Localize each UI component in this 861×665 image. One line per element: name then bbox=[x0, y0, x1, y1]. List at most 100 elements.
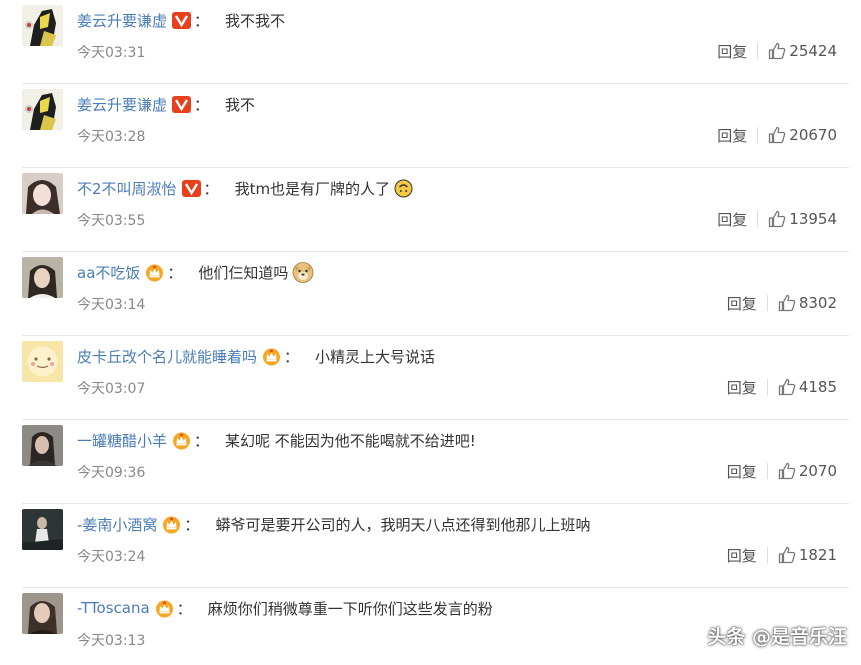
username-link[interactable]: aa不吃饭 bbox=[77, 262, 140, 283]
avatar[interactable] bbox=[22, 509, 63, 550]
username-link[interactable]: 皮卡丘改个名儿就能睡着吗 bbox=[77, 346, 257, 367]
crown-icon bbox=[262, 347, 281, 366]
colon: ： bbox=[167, 263, 183, 282]
like-count: 1821 bbox=[798, 546, 837, 564]
comment-item: -姜南小酒窝 ： 蟒爷可是要开公司的人，我明天八点还得到他那儿上班呐 今天03:… bbox=[0, 504, 861, 588]
upside-down-face-icon bbox=[394, 179, 413, 198]
like-button[interactable]: 4185 bbox=[778, 378, 837, 396]
comment-actions: 回复 13954 bbox=[717, 208, 837, 230]
colon: ： bbox=[194, 11, 210, 30]
colon: ： bbox=[194, 431, 210, 450]
action-divider bbox=[766, 463, 768, 479]
like-button[interactable]: 1821 bbox=[778, 546, 837, 564]
thumbs-up-icon bbox=[778, 462, 796, 480]
thumbs-up-icon bbox=[769, 42, 786, 60]
reply-button[interactable]: 回复 bbox=[727, 377, 757, 398]
username-link[interactable]: 姜云升要谦虚 bbox=[77, 10, 167, 31]
avatar[interactable] bbox=[22, 5, 63, 46]
avatar[interactable] bbox=[22, 341, 63, 382]
verified-v-icon bbox=[172, 11, 192, 29]
like-button[interactable]: 25424 bbox=[768, 42, 837, 60]
avatar[interactable] bbox=[22, 89, 63, 130]
comment-text: 我tm也是有厂牌的人了 bbox=[234, 179, 391, 198]
colon: ： bbox=[203, 179, 219, 198]
comment-actions: 回复 2070 bbox=[727, 460, 837, 482]
doge-icon bbox=[292, 261, 314, 283]
reply-button[interactable]: 回复 bbox=[727, 293, 757, 314]
username-link[interactable]: 姜云升要谦虚 bbox=[77, 94, 167, 115]
comment-text: 我不 bbox=[225, 95, 256, 114]
comment-actions: 回复 8302 bbox=[727, 292, 837, 314]
crown-icon bbox=[162, 515, 181, 534]
comment-line: -TToscana ： 麻烦你们稍微尊重一下听你们这些发言的粉 bbox=[77, 596, 493, 620]
action-divider bbox=[757, 43, 759, 59]
crown-icon bbox=[155, 599, 174, 618]
like-count: 4185 bbox=[798, 378, 837, 396]
comment-time: 今天03:14 bbox=[77, 297, 146, 313]
comment-text: 某幻呢 不能因为他不能喝就不给进吧! bbox=[225, 431, 476, 450]
reply-button[interactable]: 回复 bbox=[717, 41, 747, 62]
username-link[interactable]: -TToscana bbox=[77, 599, 150, 617]
comment-item: 姜云升要谦虚 ： 我不我不 今天03:31 回复 25424 bbox=[0, 0, 861, 84]
comment-list: 姜云升要谦虚 ： 我不我不 今天03:31 回复 25424 姜云升要谦虚 ： … bbox=[0, 0, 861, 665]
colon: ： bbox=[284, 347, 300, 366]
avatar[interactable] bbox=[22, 593, 63, 634]
thumbs-up-icon bbox=[778, 378, 796, 396]
comment-line: 皮卡丘改个名儿就能睡着吗 ： 小精灵上大号说话 bbox=[77, 344, 435, 368]
comment-time: 今天03:07 bbox=[77, 381, 146, 397]
like-button[interactable]: 2070 bbox=[778, 462, 837, 480]
comment-line: 姜云升要谦虚 ： 我不我不 bbox=[77, 8, 285, 32]
colon: ： bbox=[184, 515, 200, 534]
comment-item: 一罐糖醋小羊 ： 某幻呢 不能因为他不能喝就不给进吧! 今天09:36 回复 2… bbox=[0, 420, 861, 504]
colon: ： bbox=[194, 95, 210, 114]
username-link[interactable]: 不2不叫周淑怡 bbox=[77, 178, 177, 199]
like-button[interactable]: 20670 bbox=[768, 126, 837, 144]
action-divider bbox=[766, 379, 768, 395]
action-divider bbox=[766, 547, 768, 563]
avatar[interactable] bbox=[22, 173, 63, 214]
reply-button[interactable]: 回复 bbox=[717, 209, 747, 230]
comment-time: 今天09:36 bbox=[77, 465, 146, 481]
verified-v-icon bbox=[172, 95, 192, 113]
crown-icon bbox=[145, 263, 164, 282]
action-divider bbox=[757, 127, 759, 143]
username-link[interactable]: -姜南小酒窝 bbox=[77, 514, 157, 535]
thumbs-up-icon bbox=[778, 546, 796, 564]
comment-time: 今天03:31 bbox=[77, 45, 146, 61]
avatar[interactable] bbox=[22, 425, 63, 466]
colon: ： bbox=[176, 599, 192, 618]
reply-button[interactable]: 回复 bbox=[717, 125, 747, 146]
comment-time: 今天03:55 bbox=[77, 213, 146, 229]
reply-button[interactable]: 回复 bbox=[727, 545, 757, 566]
comment-text: 小精灵上大号说话 bbox=[315, 347, 436, 366]
like-count: 13954 bbox=[789, 210, 837, 228]
comment-text: 我不我不 bbox=[225, 11, 286, 30]
comment-item: 不2不叫周淑怡 ： 我tm也是有厂牌的人了 今天03:55 回复 13954 bbox=[0, 168, 861, 252]
comment-item: 姜云升要谦虚 ： 我不 今天03:28 回复 20670 bbox=[0, 84, 861, 168]
reply-button[interactable]: 回复 bbox=[727, 461, 757, 482]
comment-actions: 回复 25424 bbox=[717, 40, 837, 62]
comment-actions: 回复 1821 bbox=[727, 544, 837, 566]
like-button[interactable]: 8302 bbox=[778, 294, 837, 312]
comment-line: 一罐糖醋小羊 ： 某幻呢 不能因为他不能喝就不给进吧! bbox=[77, 428, 476, 452]
watermark-text: 头条 @是音乐汪 bbox=[707, 626, 847, 648]
thumbs-up-icon bbox=[769, 126, 786, 144]
comment-line: -姜南小酒窝 ： 蟒爷可是要开公司的人，我明天八点还得到他那儿上班呐 bbox=[77, 512, 590, 536]
action-divider bbox=[766, 295, 768, 311]
like-count: 20670 bbox=[789, 126, 837, 144]
comment-line: 姜云升要谦虚 ： 我不 bbox=[77, 92, 255, 116]
like-count: 25424 bbox=[789, 42, 837, 60]
comment-time: 今天03:13 bbox=[77, 633, 146, 649]
avatar[interactable] bbox=[22, 257, 63, 298]
comment-time: 今天03:24 bbox=[77, 549, 146, 565]
comment-text: 蟒爷可是要开公司的人，我明天八点还得到他那儿上班呐 bbox=[215, 515, 591, 534]
comment-text: 麻烦你们稍微尊重一下听你们这些发言的粉 bbox=[207, 599, 493, 618]
verified-v-icon bbox=[181, 179, 201, 197]
comment-actions: 回复 20670 bbox=[717, 124, 837, 146]
action-divider bbox=[757, 211, 759, 227]
like-button[interactable]: 13954 bbox=[768, 210, 837, 228]
thumbs-up-icon bbox=[778, 294, 796, 312]
comment-line: 不2不叫周淑怡 ： 我tm也是有厂牌的人了 bbox=[77, 176, 413, 200]
like-count: 8302 bbox=[798, 294, 837, 312]
username-link[interactable]: 一罐糖醋小羊 bbox=[77, 430, 167, 451]
